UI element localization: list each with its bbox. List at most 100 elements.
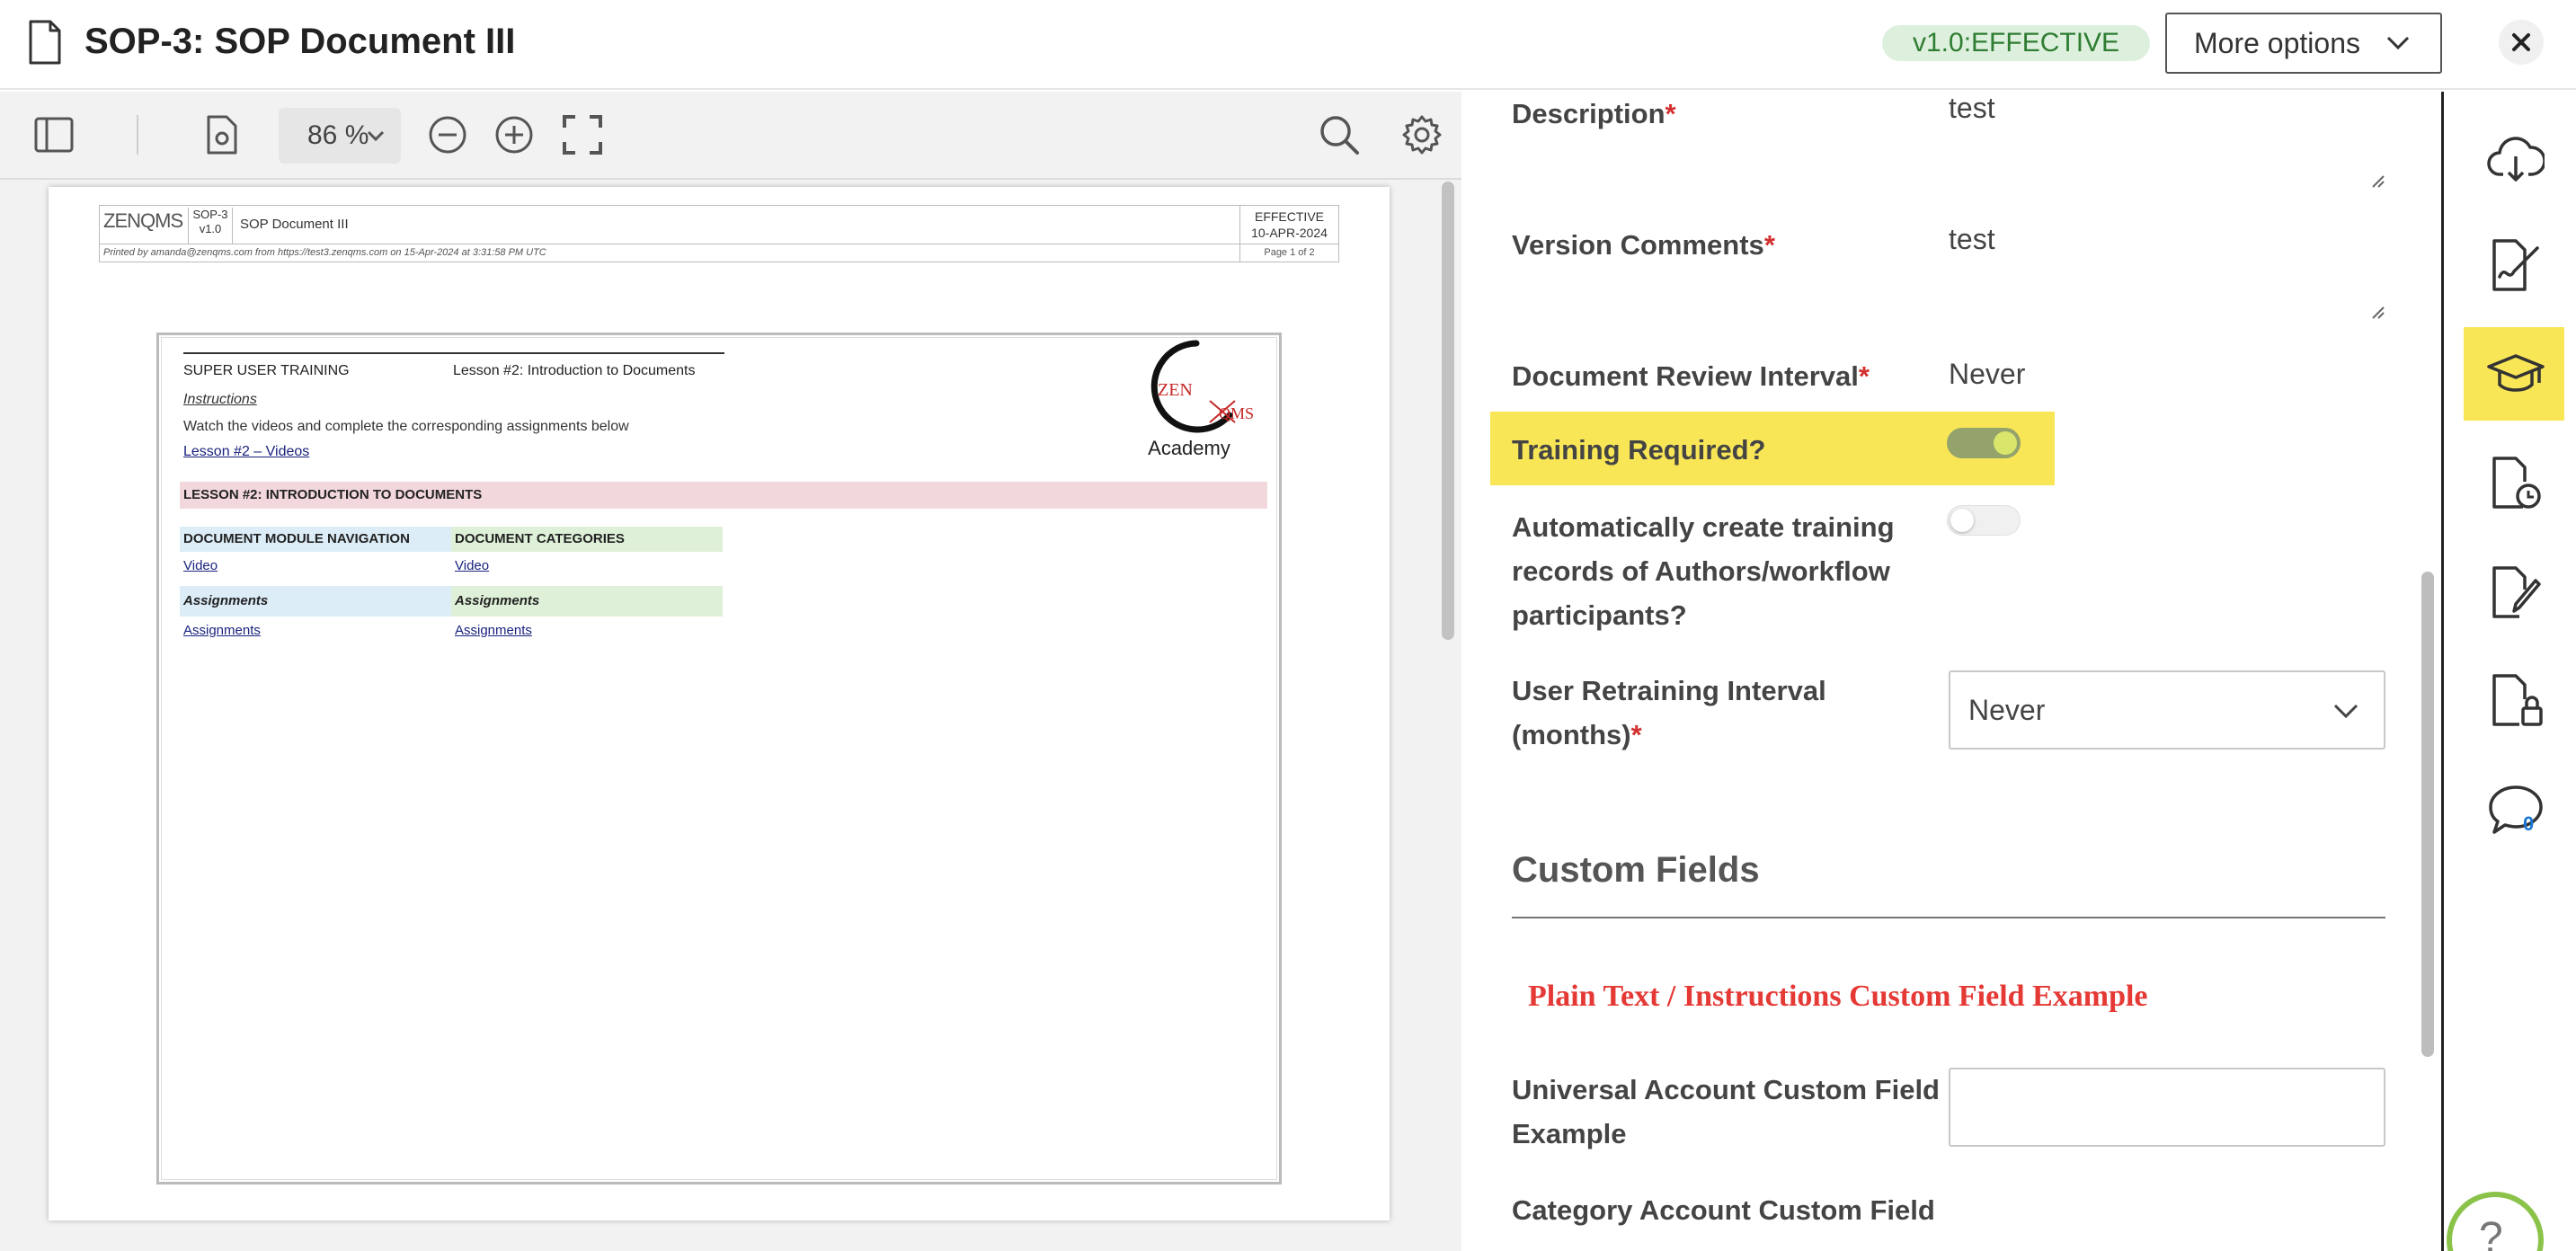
chevron-down-icon [2386,36,2410,50]
close-button[interactable] [2499,20,2544,65]
retraining-interval-select[interactable]: Never [1949,670,2385,750]
page-title: SOP-3: SOP Document III [84,22,516,61]
retraining-interval-label: User Retraining Interval (months)* [1512,669,1826,757]
toggle-knob [1950,509,1974,532]
chevron-down-icon [367,130,385,142]
version-status-badge: v1.0:EFFECTIVE [1882,25,2151,61]
comment-icon [2489,785,2543,834]
description-field[interactable]: test [1949,92,1995,125]
lesson-section-bar: LESSON #2: INTRODUCTION TO DOCUMENTS [180,482,1267,509]
document-properties-panel: Description* test Version Comments* test… [1463,92,2441,1251]
more-options-button[interactable]: More options [2165,13,2442,74]
description-label: Description* [1512,92,1676,136]
instructions-text: Watch the videos and complete the corres… [183,419,629,434]
auto-training-label-line2: records of Authors/workflow [1512,555,1890,587]
auto-training-toggle[interactable] [1947,505,2021,536]
version-comments-field[interactable]: test [1949,223,1995,256]
version-comments-label: Version Comments* [1512,223,1775,267]
document-lock-icon [2492,674,2543,726]
graduation-cap-icon [2487,354,2545,392]
categories-assignments-link[interactable]: Assignments [451,618,532,643]
pdf-printed-by-text: Printed by amanda@zenqms.com from https:… [103,247,546,258]
version-comments-label-text: Version Comments [1512,229,1764,261]
lesson-title: Lesson #2: Introduction to Documents [453,363,696,378]
sign-document-button[interactable] [2464,217,2564,311]
document-history-button[interactable] [2464,435,2564,528]
help-icon: ? [2479,1214,2503,1251]
signature-icon [2492,239,2539,291]
pdf-doc-version: v1.0 [199,222,222,235]
navigation-video-link[interactable]: Video [180,554,218,579]
pdf-doc-status: EFFECTIVE 10-APR-2024 [1239,206,1338,244]
categories-video-link[interactable]: Video [451,554,489,579]
pdf-doc-id-text: SOP-3 [192,208,228,221]
academy-logo-zen: ZEN [1158,380,1193,400]
resize-handle-icon[interactable] [2371,174,2385,189]
zoom-out-icon[interactable] [426,113,469,156]
chevron-down-icon [2333,704,2358,719]
universal-custom-field-label: Universal Account Custom Field Example [1512,1068,1940,1156]
custom-fields-heading: Custom Fields [1512,850,1760,890]
cloud-download-icon [2487,137,2545,182]
universal-custom-field-label-line1: Universal Account Custom Field [1512,1074,1940,1105]
academy-logo: ZEN QMS Academy [1129,338,1264,464]
zoom-level-value: 86 % [307,120,369,150]
search-icon[interactable] [1318,113,1361,156]
comments-button[interactable]: 0 [2464,762,2564,856]
panel-scrollbar[interactable] [2421,572,2434,1057]
app-header: SOP-3: SOP Document III v1.0:EFFECTIVE M… [0,0,2576,90]
required-marker: * [1665,98,1676,129]
retraining-interval-label-line2: (months)* [1512,713,1826,757]
pdf-status-date: 10-APR-2024 [1251,226,1328,240]
navigation-assignments-link[interactable]: Assignments [180,618,261,643]
sidebar-toggle-icon[interactable] [32,113,76,156]
navigation-assignments-heading: Assignments [180,586,451,617]
download-button[interactable] [2464,111,2564,205]
instructions-label: Instructions [183,392,257,407]
universal-custom-field-label-line2: Example [1512,1118,1627,1149]
pdf-doc-id: SOP-3 v1.0 [188,208,233,244]
training-required-label: Training Required? [1512,434,1766,466]
document-icon [29,20,61,65]
lesson-title-row: SUPER USER TRAINING Lesson #2: Introduct… [183,352,724,379]
categories-assignments-heading: Assignments [451,586,723,617]
academy-logo-graphic: ZEN QMS [1150,340,1254,433]
training-required-toggle[interactable] [1947,428,2021,458]
edit-document-button[interactable] [2464,545,2564,638]
right-action-rail: 0 [2441,92,2576,1251]
lesson-content-frame: SUPER USER TRAINING Lesson #2: Introduct… [156,333,1282,1184]
review-interval-label-text: Document Review Interval [1512,360,1859,392]
retraining-interval-label-line2-text: (months) [1512,719,1631,750]
required-marker: * [1858,360,1870,392]
pdf-doc-name: SOP Document III [240,217,349,232]
zoom-level-select[interactable]: 86 % [279,108,401,164]
document-settings-icon[interactable] [200,113,243,156]
gear-icon[interactable] [1400,113,1443,156]
pdf-status-text: EFFECTIVE [1254,209,1324,224]
plain-text-custom-field: Plain Text / Instructions Custom Field E… [1528,980,2148,1013]
resize-handle-icon[interactable] [2371,306,2385,320]
lesson-videos-link[interactable]: Lesson #2 – Videos [183,444,309,460]
comment-count-badge: 0 [2523,812,2535,835]
pdf-page: ZENQMS SOP-3 v1.0 SOP Document III EFFEC… [49,187,1390,1220]
fullscreen-icon[interactable] [561,113,604,156]
training-button[interactable] [2464,327,2564,421]
document-history-icon [2492,457,2541,509]
universal-custom-field-input[interactable] [1949,1068,2385,1147]
column-heading-categories: DOCUMENT CATEGORIES [451,527,723,552]
review-interval-label: Document Review Interval* [1512,354,1870,398]
pdf-printed-by: Printed by amanda@zenqms.com from https:… [99,244,1339,262]
pdf-page-header: ZENQMS SOP-3 v1.0 SOP Document III EFFEC… [99,205,1339,244]
close-icon [2512,33,2530,51]
auto-training-label-line3: participants? [1512,599,1687,631]
zoom-in-icon[interactable] [493,113,536,156]
review-interval-value: Never [1949,358,2026,390]
course-name: SUPER USER TRAINING [183,363,350,378]
document-viewer[interactable]: ZENQMS SOP-3 v1.0 SOP Document III EFFEC… [0,180,1461,1251]
viewer-scrollbar[interactable] [1442,182,1454,640]
lock-document-button[interactable] [2464,652,2564,746]
viewer-toolbar: 86 % [0,92,1461,180]
toggle-knob [1994,431,2017,455]
retraining-interval-value: Never [1968,694,2046,726]
required-marker: * [1763,229,1775,261]
